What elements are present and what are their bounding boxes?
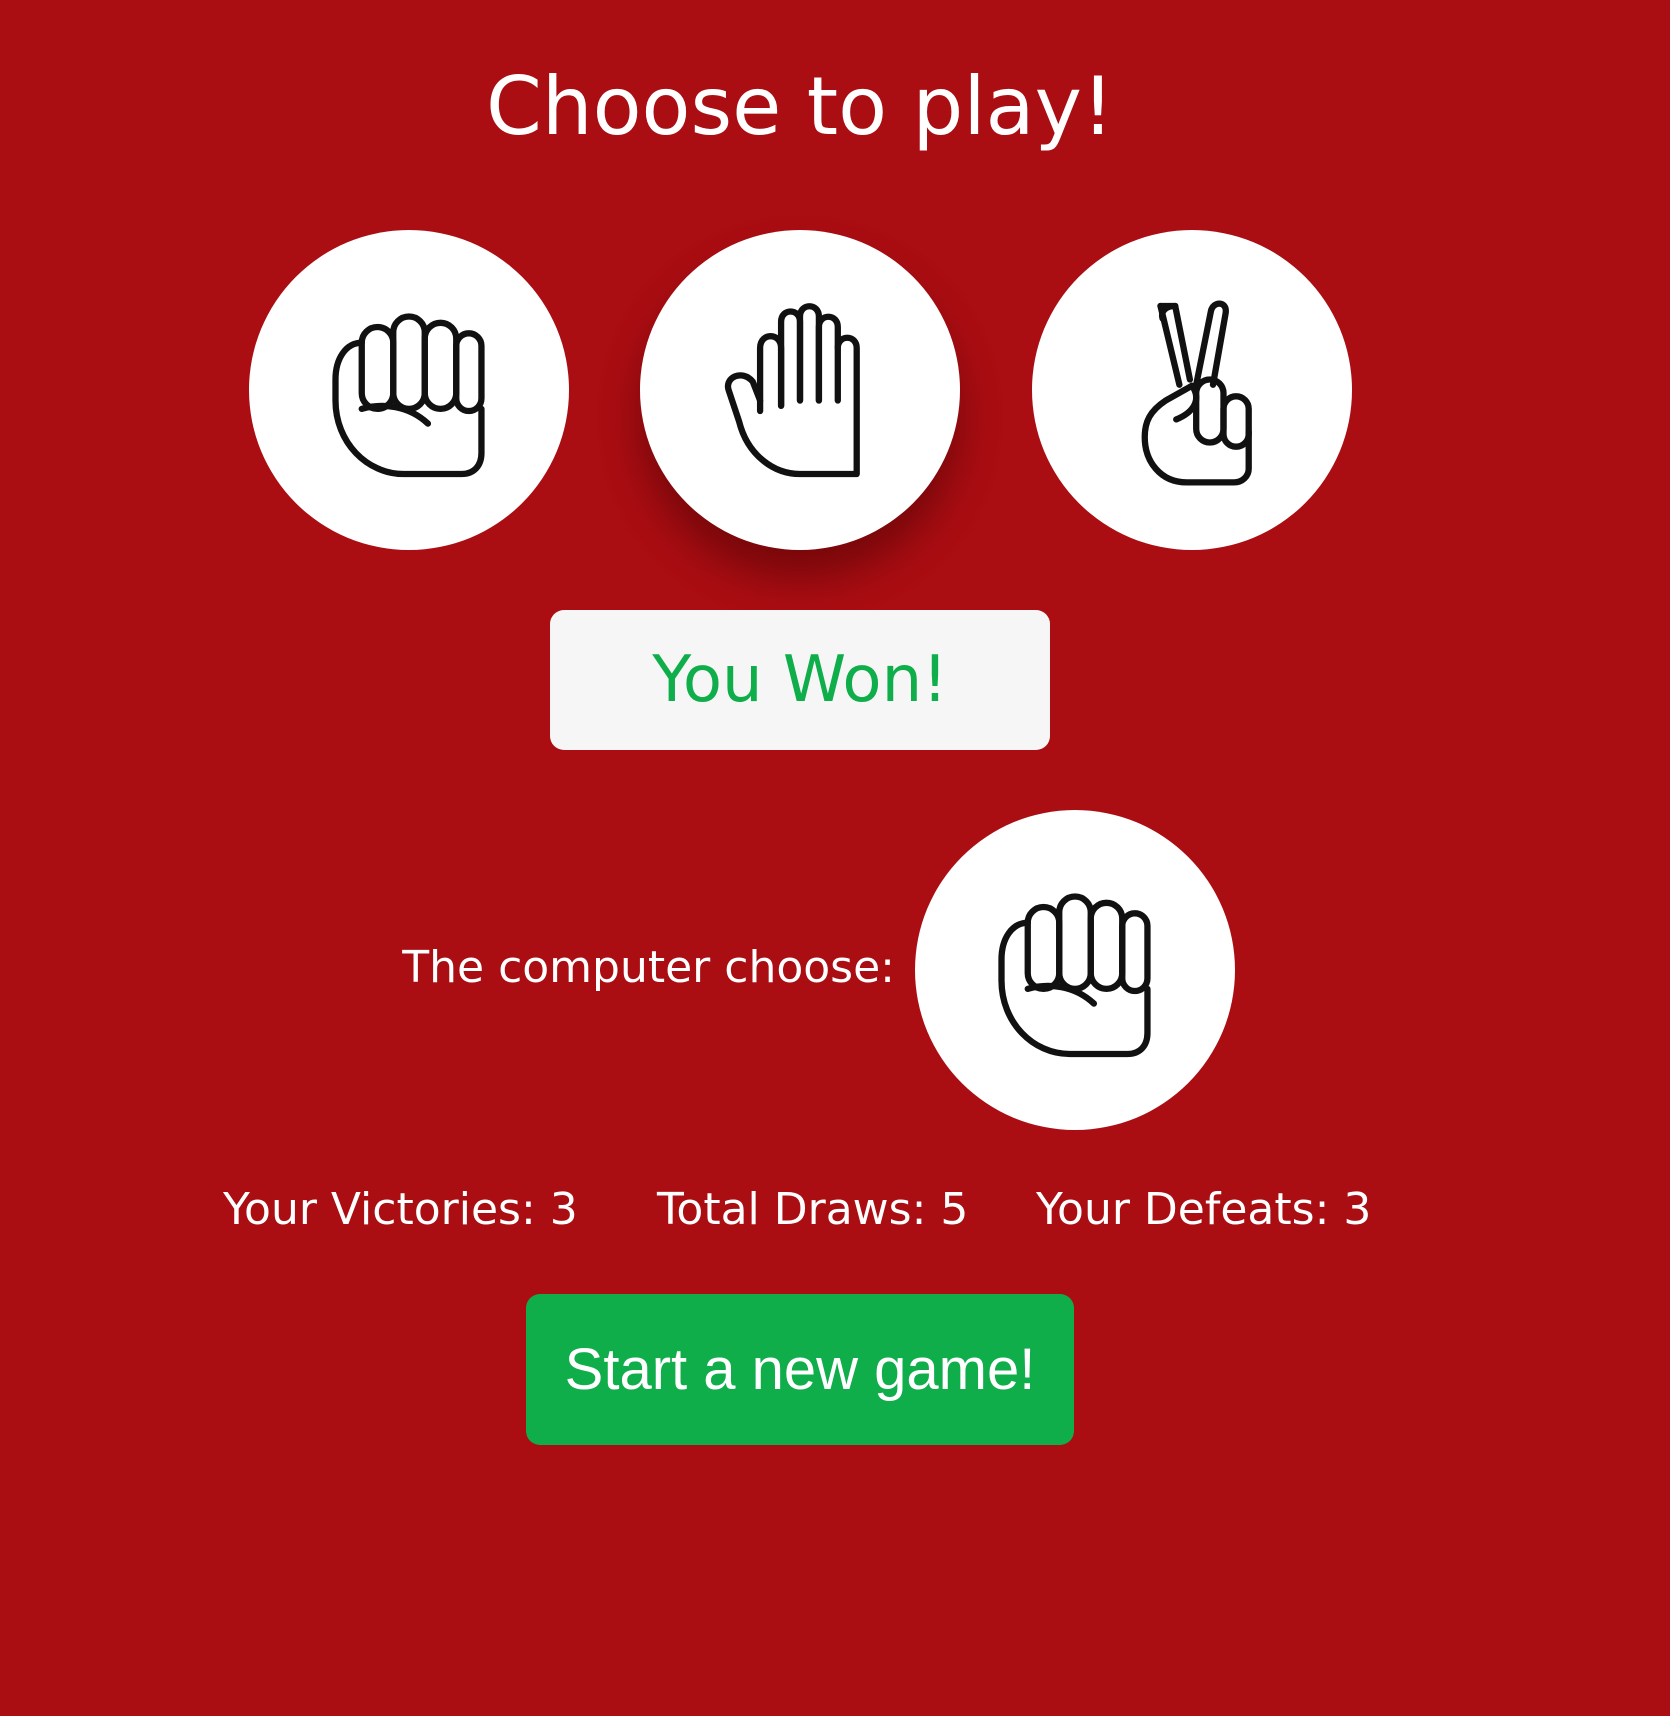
result-banner: You Won!: [550, 610, 1050, 750]
defeats-count: Your Defeats: 3: [1036, 1184, 1372, 1235]
victories-count: Your Victories: 3: [223, 1184, 578, 1235]
scissors-peace-icon: [1141, 300, 1252, 486]
paper-choice-button[interactable]: [640, 230, 960, 550]
page-title: Choose to play!: [486, 60, 1114, 153]
rock-fist-icon: [332, 313, 485, 478]
scissors-choice-button[interactable]: [1032, 230, 1352, 550]
start-new-game-button[interactable]: Start a new game!: [526, 1294, 1074, 1445]
draws-count: Total Draws: 5: [657, 1184, 969, 1235]
rock-choice-button[interactable]: [249, 230, 569, 550]
computer-choice-label: The computer choose:: [402, 942, 895, 993]
paper-hand-icon: [724, 303, 860, 478]
computer-choice-display: [915, 810, 1235, 1130]
rock-fist-icon: [998, 893, 1151, 1058]
